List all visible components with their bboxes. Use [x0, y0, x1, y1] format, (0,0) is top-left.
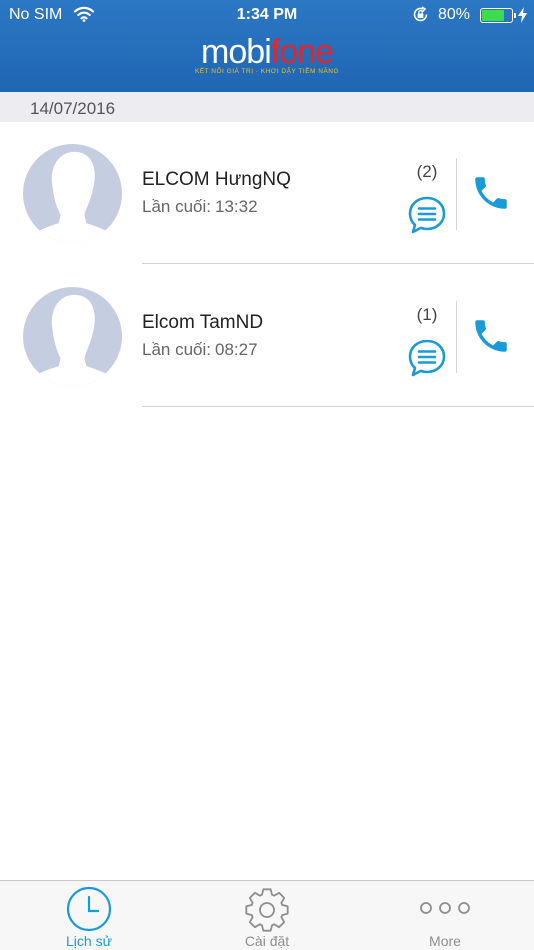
- tab-history[interactable]: Lịch sử: [0, 881, 178, 950]
- logo-fone: fone: [270, 33, 334, 71]
- row-divider: [142, 263, 534, 264]
- avatar-placeholder-icon: [23, 144, 122, 243]
- section-date: 14/07/2016: [30, 99, 116, 118]
- tab-history-label: Lịch sử: [66, 933, 112, 949]
- avatar-placeholder-icon: [23, 287, 122, 386]
- message-bubble-icon[interactable]: [408, 338, 446, 378]
- date-section-header: 14/07/2016: [0, 92, 534, 122]
- logo-tagline: KẾT NỐI GIÁ TRỊ · KHƠI DẬY TIỀM NĂNG: [194, 68, 340, 75]
- message-bubble-icon[interactable]: [408, 195, 446, 235]
- message-count: (1): [416, 305, 438, 324]
- battery-fill: [482, 10, 505, 21]
- tab-more-label: More: [429, 933, 461, 949]
- last-contact-label: Lần cuối:: [142, 340, 211, 359]
- tab-settings-label: Cài đặt: [244, 933, 290, 949]
- contact-row[interactable]: ELCOM HưngNQ Lần cuối: 13:32 (2): [0, 122, 534, 264]
- phone-call-icon[interactable]: [470, 315, 512, 357]
- contact-row[interactable]: Elcom TamND Lần cuối: 08:27 (1): [0, 265, 534, 407]
- status-bar: No SIM 1:34 PM 80%: [0, 0, 534, 30]
- last-contact-time: Lần cuối: 13:32: [142, 197, 258, 217]
- message-count: (2): [416, 162, 438, 181]
- action-separator: [456, 158, 457, 230]
- tab-more[interactable]: More: [356, 881, 534, 950]
- tab-settings[interactable]: Cài đặt: [178, 881, 356, 950]
- tab-bar: Lịch sử Cài đặt More: [0, 880, 534, 950]
- last-contact-value: 13:32: [215, 197, 258, 216]
- last-contact-time: Lần cuối: 08:27: [142, 340, 258, 360]
- row-divider: [142, 406, 534, 407]
- more-dots-icon: [420, 902, 470, 914]
- battery-icon: [480, 8, 516, 23]
- contact-name: Elcom TamND: [142, 312, 264, 333]
- app-header: No SIM 1:34 PM 80% mobifone KẾT NỐI GIÁ …: [0, 0, 534, 92]
- gear-icon: [245, 888, 289, 932]
- action-separator: [456, 301, 457, 373]
- logo-mobi: mobi: [201, 33, 272, 71]
- mobifone-logo: mobifone KẾT NỐI GIÁ TRỊ · KHƠI DẬY TIỀM…: [0, 35, 534, 75]
- gear-outline: [245, 888, 289, 932]
- clock-icon: [66, 886, 112, 932]
- phone-call-icon[interactable]: [470, 172, 512, 214]
- rotation-lock-icon: [412, 6, 429, 28]
- last-contact-value: 08:27: [215, 340, 258, 359]
- charging-icon: [518, 7, 527, 28]
- contact-name: ELCOM HưngNQ: [142, 169, 291, 190]
- battery-percent: 80%: [438, 6, 471, 23]
- last-contact-label: Lần cuối:: [142, 197, 211, 216]
